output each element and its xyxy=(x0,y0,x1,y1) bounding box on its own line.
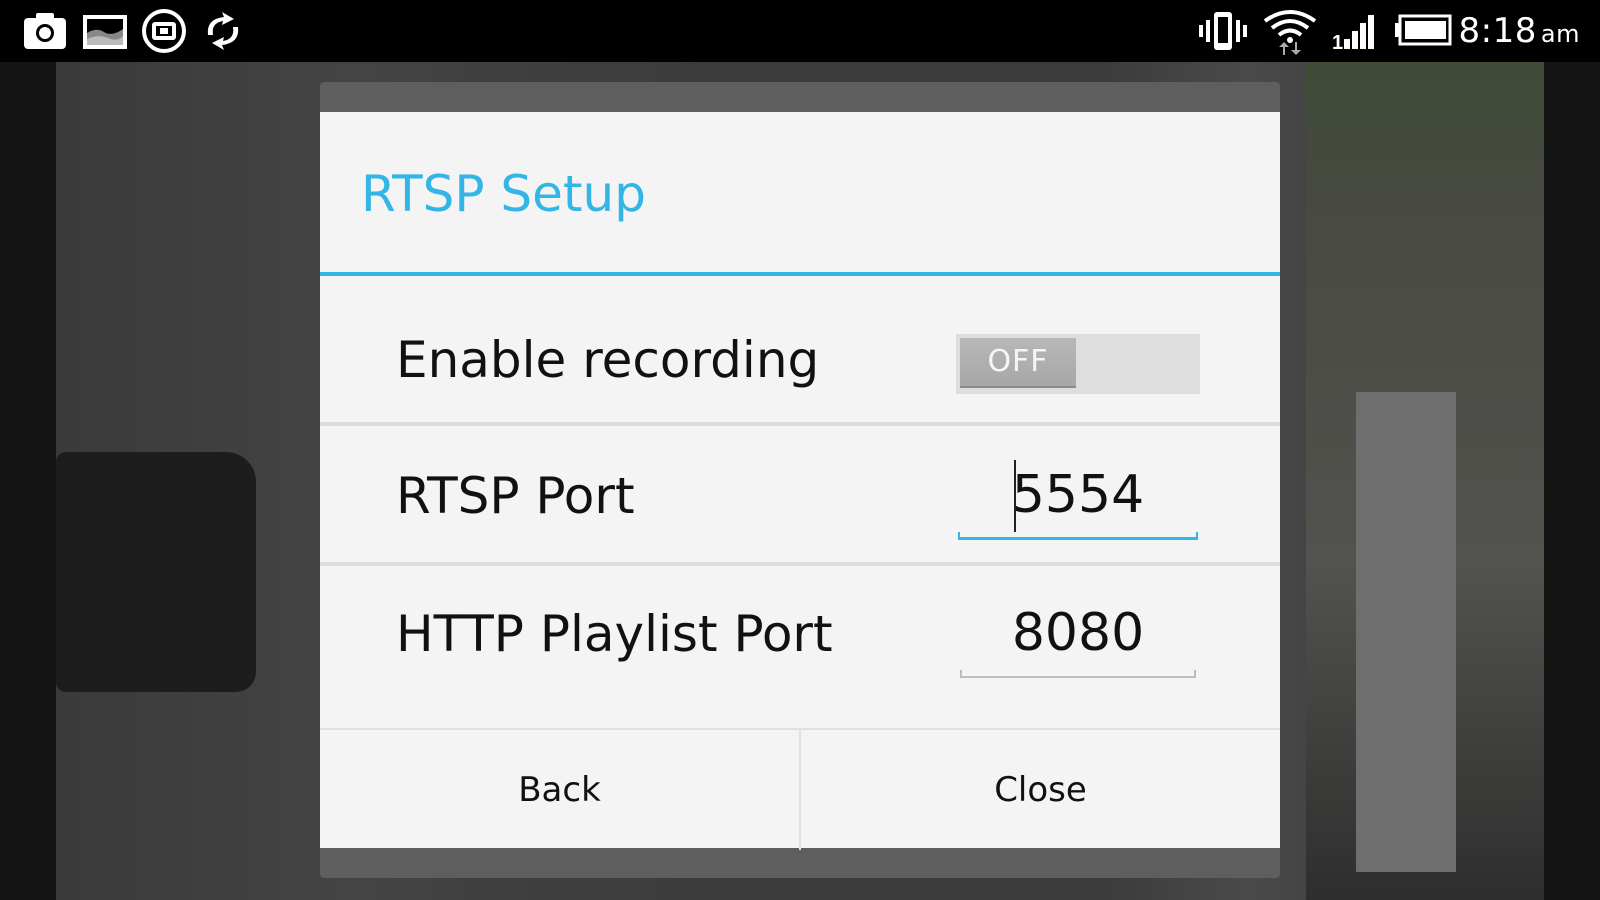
signal-icon: 1 xyxy=(1332,9,1378,57)
dialog-title: RTSP Setup xyxy=(361,165,646,223)
background-board xyxy=(1356,392,1456,872)
preview-edge-left xyxy=(0,62,56,900)
http-port-underline xyxy=(960,670,1196,678)
back-button[interactable]: Back xyxy=(320,730,799,850)
rtsp-setup-dialog: RTSP Setup Enable recording OFF RTSP Por… xyxy=(320,112,1280,850)
wifi-icon xyxy=(1263,9,1317,61)
sync-icon xyxy=(200,9,246,57)
status-time: 8:18 am xyxy=(1459,10,1580,55)
dialog-button-bar: Back Close xyxy=(320,728,1280,850)
svg-text:1: 1 xyxy=(1332,32,1343,53)
dialog-frame-top xyxy=(320,82,1280,112)
status-bar: 1 8:18 am xyxy=(0,0,1600,62)
http-playlist-port-label: HTTP Playlist Port xyxy=(396,605,833,663)
row-divider xyxy=(320,422,1280,426)
battery-icon xyxy=(1394,9,1452,57)
row-divider xyxy=(320,562,1280,566)
dialog-frame-bottom xyxy=(320,848,1280,878)
screenshot-icon xyxy=(141,9,187,57)
background-object xyxy=(56,452,256,692)
clock-time: 8:18 xyxy=(1458,11,1537,51)
rtsp-port-underline xyxy=(958,532,1198,540)
clock-ampm: am xyxy=(1540,20,1580,48)
rtsp-port-label: RTSP Port xyxy=(396,467,635,525)
rtsp-port-input[interactable] xyxy=(958,460,1198,530)
enable-recording-label: Enable recording xyxy=(396,331,820,389)
vibrate-icon xyxy=(1198,9,1248,57)
close-button[interactable]: Close xyxy=(801,730,1280,850)
enable-recording-toggle[interactable]: OFF xyxy=(956,334,1200,394)
text-caret xyxy=(1014,460,1016,532)
camera-icon xyxy=(22,9,68,57)
http-playlist-port-input[interactable] xyxy=(958,598,1198,668)
toggle-thumb: OFF xyxy=(960,338,1076,388)
screen: 1 8:18 am RTSP Setup Enable recording OF… xyxy=(0,0,1600,900)
gallery-icon xyxy=(82,9,128,57)
preview-edge-right xyxy=(1544,62,1600,900)
title-divider xyxy=(320,272,1280,276)
